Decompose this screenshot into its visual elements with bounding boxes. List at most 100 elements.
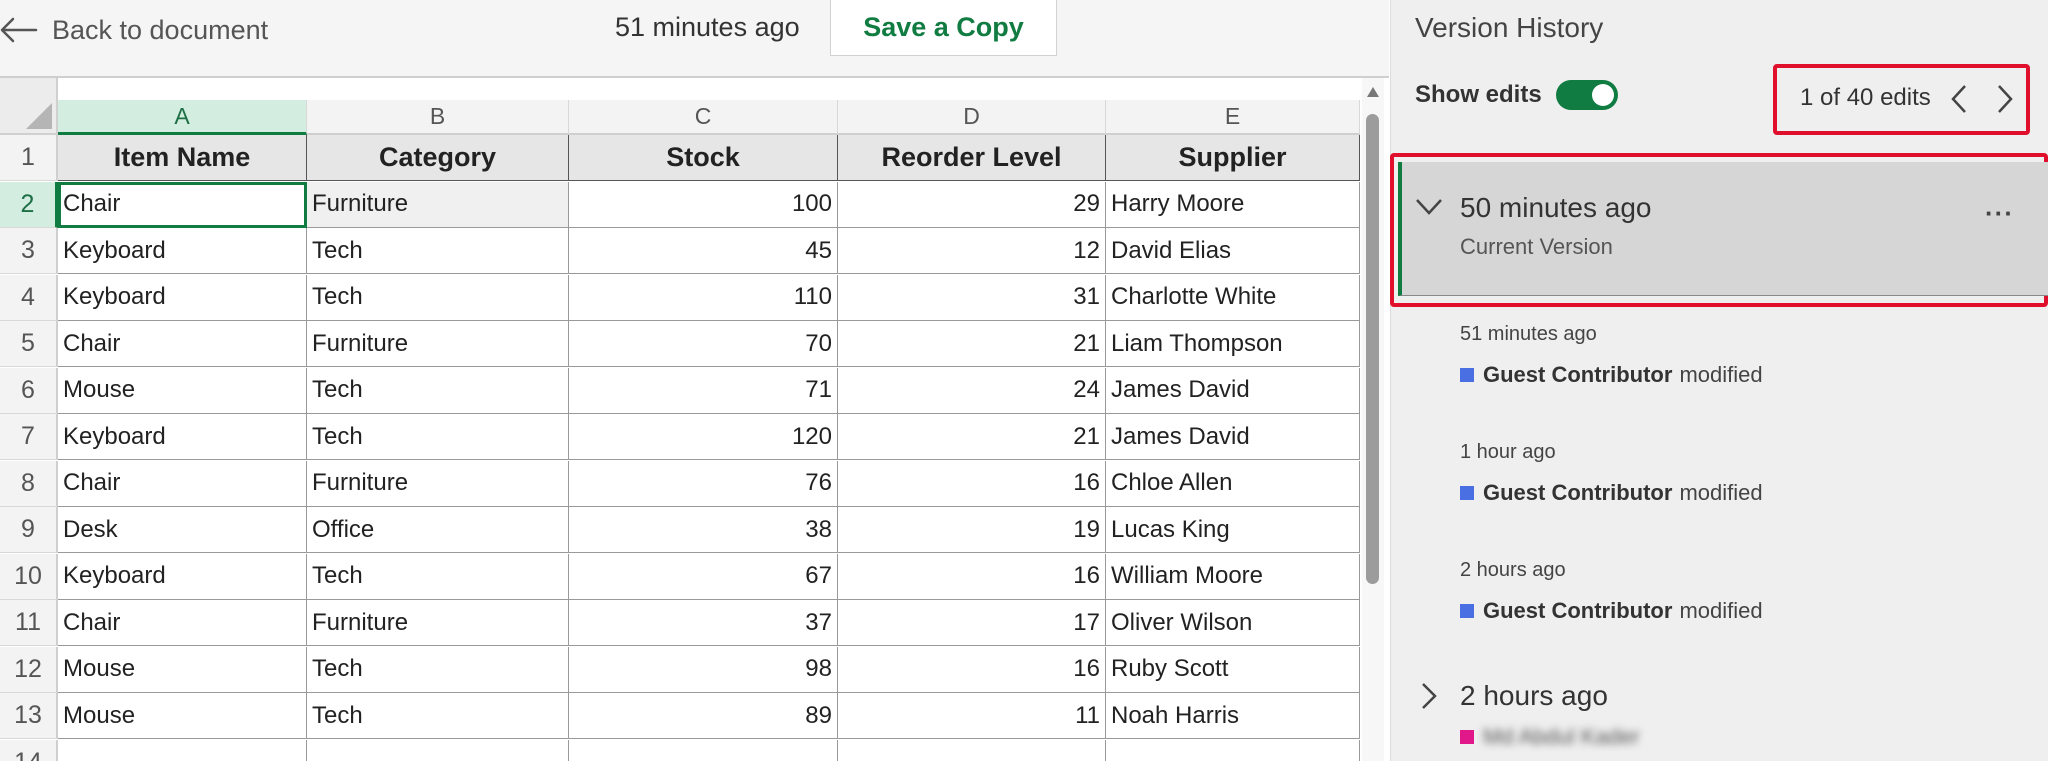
table-cell[interactable]: Noah Harris — [1106, 693, 1360, 739]
back-to-document-link[interactable]: Back to document — [0, 10, 268, 50]
table-cell[interactable]: 29 — [838, 181, 1106, 228]
table-cell[interactable]: Tech — [307, 646, 569, 693]
table-cell[interactable]: Lucas King — [1106, 507, 1360, 553]
select-all-corner[interactable] — [0, 78, 58, 135]
row-header-1[interactable]: 1 — [0, 135, 58, 181]
table-cell[interactable]: 76 — [569, 460, 838, 507]
table-cell[interactable]: 98 — [569, 646, 838, 693]
table-cell[interactable]: 110 — [569, 274, 838, 321]
save-a-copy-button[interactable]: Save a Copy — [830, 0, 1057, 56]
table-cell[interactable]: Tech — [307, 553, 569, 600]
table-cell[interactable] — [58, 739, 307, 761]
table-cell[interactable]: 37 — [569, 600, 838, 646]
previous-edit-chevron-icon[interactable] — [1950, 84, 1968, 114]
column-header-e[interactable]: E — [1106, 100, 1360, 135]
table-cell[interactable]: David Elias — [1106, 228, 1360, 274]
edit-entry[interactable]: Guest Contributor modified — [1460, 362, 1763, 388]
table-cell[interactable]: 21 — [838, 414, 1106, 460]
table-cell[interactable]: Keyboard — [58, 228, 307, 274]
header-cell[interactable]: Category — [307, 135, 569, 181]
header-cell[interactable]: Item Name — [58, 135, 307, 181]
table-cell[interactable]: 16 — [838, 646, 1106, 693]
table-cell[interactable]: James David — [1106, 367, 1360, 414]
header-cell[interactable]: Supplier — [1106, 135, 1360, 181]
table-cell[interactable]: Keyboard — [58, 274, 307, 321]
table-cell[interactable]: Chloe Allen — [1106, 460, 1360, 507]
collapsed-version-time[interactable]: 2 hours ago — [1460, 680, 1608, 712]
chevron-right-icon[interactable] — [1420, 682, 1438, 710]
table-cell[interactable]: Chair — [58, 600, 307, 646]
table-cell[interactable]: 16 — [838, 553, 1106, 600]
more-options-icon[interactable]: ··· — [1985, 198, 2014, 229]
table-cell[interactable]: Oliver Wilson — [1106, 600, 1360, 646]
table-cell[interactable]: 11 — [838, 693, 1106, 739]
table-cell[interactable]: Chair — [58, 181, 307, 228]
table-cell[interactable]: Keyboard — [58, 553, 307, 600]
table-cell[interactable]: 100 — [569, 181, 838, 228]
row-header-14[interactable]: 14 — [0, 739, 58, 761]
table-cell[interactable] — [1106, 739, 1360, 761]
edit-entry[interactable]: Guest Contributor modified — [1460, 598, 1763, 624]
header-cell[interactable]: Stock — [569, 135, 838, 181]
table-cell[interactable]: 31 — [838, 274, 1106, 321]
table-cell[interactable]: 89 — [569, 693, 838, 739]
edit-entry[interactable]: Guest Contributor modified — [1460, 480, 1763, 506]
table-cell[interactable]: Furniture — [307, 600, 569, 646]
table-cell[interactable]: Mouse — [58, 646, 307, 693]
table-cell[interactable]: 120 — [569, 414, 838, 460]
table-cell[interactable]: 17 — [838, 600, 1106, 646]
table-cell[interactable] — [838, 739, 1106, 761]
row-header-6[interactable]: 6 — [0, 367, 58, 414]
show-edits-toggle-row[interactable]: Show edits — [1415, 80, 1618, 110]
row-header-11[interactable]: 11 — [0, 600, 58, 646]
row-header-3[interactable]: 3 — [0, 228, 58, 274]
table-cell[interactable]: Tech — [307, 414, 569, 460]
table-cell[interactable]: Tech — [307, 693, 569, 739]
table-cell[interactable]: William Moore — [1106, 553, 1360, 600]
table-cell[interactable]: 24 — [838, 367, 1106, 414]
table-cell[interactable]: Office — [307, 507, 569, 553]
table-cell[interactable]: 70 — [569, 321, 838, 367]
vertical-scrollbar[interactable] — [1362, 78, 1384, 761]
row-header-5[interactable]: 5 — [0, 321, 58, 367]
row-header-8[interactable]: 8 — [0, 460, 58, 507]
header-cell[interactable]: Reorder Level — [838, 135, 1106, 181]
table-cell[interactable]: Charlotte White — [1106, 274, 1360, 321]
show-edits-toggle[interactable] — [1555, 80, 1618, 110]
table-cell[interactable]: 12 — [838, 228, 1106, 274]
table-cell[interactable]: Harry Moore — [1106, 181, 1360, 228]
table-cell[interactable] — [569, 739, 838, 761]
row-header-9[interactable]: 9 — [0, 507, 58, 553]
table-cell[interactable]: Furniture — [307, 321, 569, 367]
table-cell[interactable]: Keyboard — [58, 414, 307, 460]
table-cell[interactable]: Furniture — [307, 181, 569, 228]
table-cell[interactable]: Ruby Scott — [1106, 646, 1360, 693]
scroll-up-arrow-icon[interactable] — [1366, 86, 1380, 98]
row-header-4[interactable]: 4 — [0, 274, 58, 321]
next-edit-chevron-icon[interactable] — [1996, 84, 2014, 114]
row-header-7[interactable]: 7 — [0, 414, 58, 460]
table-cell[interactable]: Mouse — [58, 367, 307, 414]
table-cell[interactable]: 21 — [838, 321, 1106, 367]
column-header-c[interactable]: C — [569, 100, 838, 135]
scrollbar-thumb[interactable] — [1366, 114, 1379, 584]
table-cell[interactable]: 45 — [569, 228, 838, 274]
row-header-2[interactable]: 2 — [0, 181, 58, 228]
table-cell[interactable]: 67 — [569, 553, 838, 600]
chevron-down-icon[interactable] — [1415, 198, 1443, 216]
table-cell[interactable]: 19 — [838, 507, 1106, 553]
table-cell[interactable] — [307, 739, 569, 761]
table-cell[interactable]: 16 — [838, 460, 1106, 507]
table-cell[interactable]: Mouse — [58, 693, 307, 739]
table-cell[interactable]: Tech — [307, 274, 569, 321]
table-cell[interactable]: Chair — [58, 460, 307, 507]
table-cell[interactable]: Tech — [307, 228, 569, 274]
table-cell[interactable]: James David — [1106, 414, 1360, 460]
table-cell[interactable]: Furniture — [307, 460, 569, 507]
table-cell[interactable]: 71 — [569, 367, 838, 414]
row-header-13[interactable]: 13 — [0, 693, 58, 739]
table-cell[interactable]: Chair — [58, 321, 307, 367]
row-header-12[interactable]: 12 — [0, 646, 58, 693]
column-header-b[interactable]: B — [307, 100, 569, 135]
row-header-10[interactable]: 10 — [0, 553, 58, 600]
